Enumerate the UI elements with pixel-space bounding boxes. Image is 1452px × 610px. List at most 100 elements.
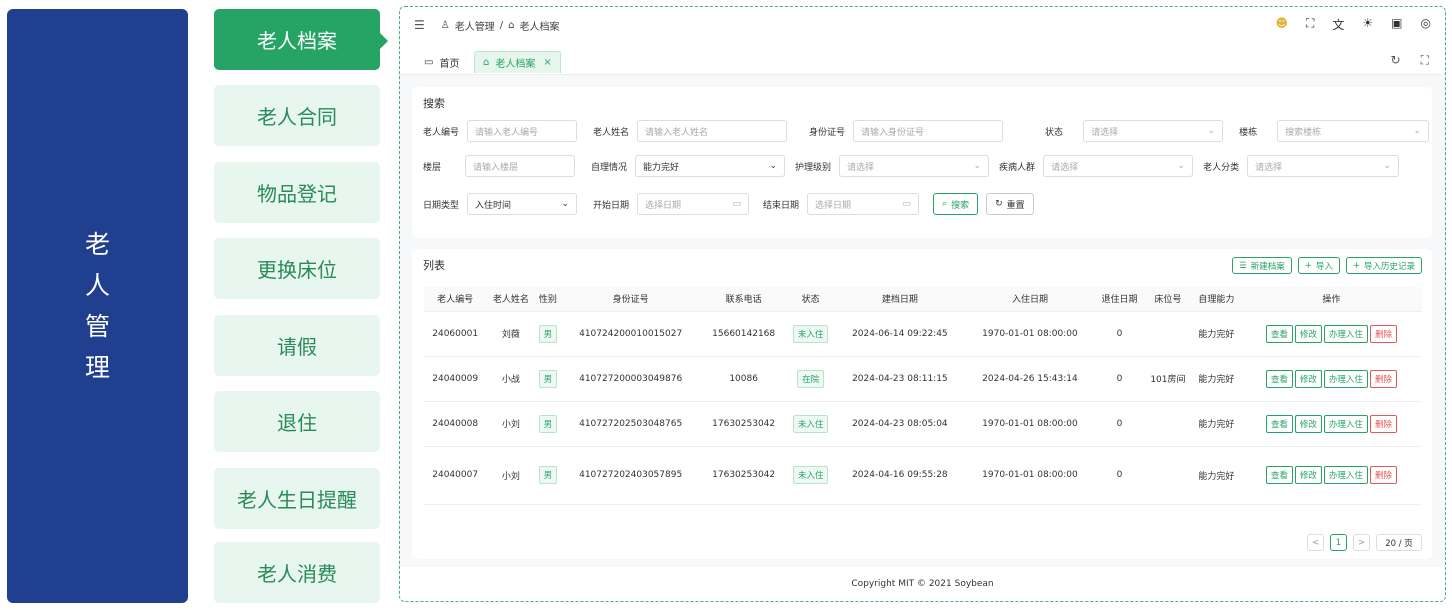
edit-button[interactable]: 修改 [1294,466,1322,484]
fullscreen-icon[interactable]: ⛶ [1306,16,1314,33]
list-actions: ☰ 新建档案 + 导入 + 导入历史记录 [1232,257,1422,274]
module-title-char: 理 [84,353,110,382]
status-tag: 未入住 [792,466,829,484]
search-card: 搜索 老人编号 请输入老人编号 老人姓名 请输入老人姓名 身份证号 请输入身份证… [412,87,1432,238]
menu-collapse-icon[interactable]: ☰ [414,18,425,32]
self-care-select[interactable]: 能力完好 ⌄ [635,155,786,177]
tab-elder-archive[interactable]: ⌂ 老人档案 × [474,51,561,73]
category-select[interactable]: 请选择 ⌄ [1247,155,1400,177]
search-button[interactable]: ⌕ 搜索 [933,193,979,215]
next-page-button[interactable]: > [1353,534,1370,551]
tab-home[interactable]: ▭ 首页 [416,51,467,73]
list-title: 列表 [423,259,445,272]
menu-item-change-bed[interactable]: 更换床位 [214,238,380,299]
table-row: 24040009 小战 男 410727200003049876 10086 在… [424,356,1422,402]
cell-elder-no: 24040007 [424,446,487,505]
elder-name-input[interactable]: 请输入老人姓名 [637,120,788,142]
disease-select[interactable]: 请选择 ⌄ [1043,155,1194,177]
menu-item-leave[interactable]: 请假 [214,315,380,376]
view-button[interactable]: 查看 [1265,414,1293,433]
user-icon[interactable]: ◎ [1421,16,1431,33]
cell-phone: 17630253042 [700,401,787,447]
breadcrumb: ♙ 老人管理 / ⌂ 老人档案 [441,18,565,33]
cell-bed: 101房间 [1143,356,1192,402]
import-history-button[interactable]: + 导入历史记录 [1345,257,1422,274]
avatar-icon[interactable]: ☻ [1275,16,1288,33]
cell-id-no: 410727202503048765 [560,401,701,447]
new-archive-button[interactable]: ☰ 新建档案 [1232,257,1292,274]
elder-no-input[interactable]: 请输入老人编号 [467,120,578,142]
table-header: 老人编号 老人姓名 性别 身份证号 联系电话 状态 建档日期 入住日期 退住日期… [424,287,1422,312]
reset-button[interactable]: ↻ 重置 [986,193,1034,215]
view-button[interactable]: 查看 [1265,324,1293,343]
table-row: 24060001 刘薇 男 410724200010015027 1566014… [424,311,1422,357]
tab-current-label: 老人档案 [495,59,536,70]
menu-item-birthday-reminder[interactable]: 老人生日提醒 [214,468,380,529]
language-icon[interactable]: 文 [1332,16,1344,33]
search-row-3: 日期类型 入住时间 ⌄ 开始日期 选择日期 ▭ 结束日期 选择日期 ▭ ⌕ 搜索 ↻ 重置 [423,193,1034,215]
cell-checkin: 1970-01-01 08:00:00 [964,446,1095,505]
elder-table: 老人编号 老人姓名 性别 身份证号 联系电话 状态 建档日期 入住日期 退住日期… [424,287,1422,505]
floor-input[interactable]: 请输入楼层 [465,155,576,177]
edit-button[interactable]: 修改 [1294,414,1322,433]
prev-page-button[interactable]: < [1307,534,1324,551]
delete-button[interactable]: 删除 [1369,369,1397,388]
cell-ability: 能力完好 [1191,446,1241,505]
tab-tools: ↻ ⛶ [1391,53,1429,68]
start-date-picker[interactable]: 选择日期 ▭ [637,193,750,215]
status-label: 状态 [1045,127,1064,138]
cell-created: 2024-04-23 08:11:15 [834,356,965,402]
col-header: 入住日期 [964,287,1095,312]
col-header: 身份证号 [560,287,701,312]
delete-button[interactable]: 删除 [1369,466,1397,484]
cell-ability: 能力完好 [1191,356,1241,402]
status-tag: 未入住 [792,324,829,343]
care-level-select[interactable]: 请选择 ⌄ [839,155,990,177]
breadcrumb-separator: / [499,19,504,31]
menu-item-checkout[interactable]: 退住 [214,391,380,452]
menu-item-elder-contract[interactable]: 老人合同 [214,85,380,146]
gender-tag: 男 [538,369,558,388]
refresh-icon: ↻ [995,199,1003,209]
date-type-label: 日期类型 [423,200,460,211]
close-icon[interactable]: × [543,57,551,68]
floor-label: 楼层 [423,162,442,173]
checkin-button[interactable]: 办理入住 [1323,324,1368,343]
elder-no-label: 老人编号 [423,127,460,138]
edit-button[interactable]: 修改 [1294,324,1322,343]
chevron-down-icon: ⌄ [1383,161,1392,171]
module-title-char: 人 [84,271,110,300]
status-select[interactable]: 请选择 ⌄ [1083,120,1224,142]
date-type-select[interactable]: 入住时间 ⌄ [467,193,578,215]
view-button[interactable]: 查看 [1265,466,1293,484]
menu-item-elder-archive[interactable]: 老人档案 [214,9,380,70]
cell-phone: 10086 [700,356,787,402]
import-button[interactable]: + 导入 [1297,257,1340,274]
layout-icon[interactable]: ▣ [1391,16,1402,33]
gender-tag: 男 [538,466,558,484]
delete-button[interactable]: 删除 [1369,414,1397,433]
self-care-label: 自理情况 [591,162,628,173]
id-no-input[interactable]: 请输入身份证号 [853,120,1004,142]
checkin-button[interactable]: 办理入住 [1323,369,1368,388]
cell-id-no: 410727200003049876 [560,356,701,402]
menu-item-item-registration[interactable]: 物品登记 [214,162,380,223]
cell-checkin: 2024-04-26 15:43:14 [964,356,1095,402]
chevron-down-icon: ⌄ [769,161,778,171]
view-button[interactable]: 查看 [1265,369,1293,388]
col-header: 床位号 [1143,287,1192,312]
refresh-icon[interactable]: ↻ [1391,53,1401,68]
edit-button[interactable]: 修改 [1294,369,1322,388]
end-date-picker[interactable]: 选择日期 ▭ [807,193,920,215]
page-1-button[interactable]: 1 [1330,534,1347,551]
maximize-icon[interactable]: ⛶ [1421,53,1429,68]
theme-icon[interactable]: ☀ [1362,16,1373,33]
page-size-select[interactable]: 20 / 页 [1376,534,1422,551]
checkin-button[interactable]: 办理入住 [1323,414,1368,433]
checkin-button[interactable]: 办理入住 [1323,466,1368,484]
breadcrumb-parent[interactable]: 老人管理 [455,18,495,33]
table-row: 24040008 小刘 男 410727202503048765 1763025… [424,401,1422,447]
building-select[interactable]: 搜索楼栋 ⌄ [1277,120,1430,142]
menu-item-elder-consumption[interactable]: 老人消费 [214,542,380,603]
delete-button[interactable]: 删除 [1369,324,1397,343]
